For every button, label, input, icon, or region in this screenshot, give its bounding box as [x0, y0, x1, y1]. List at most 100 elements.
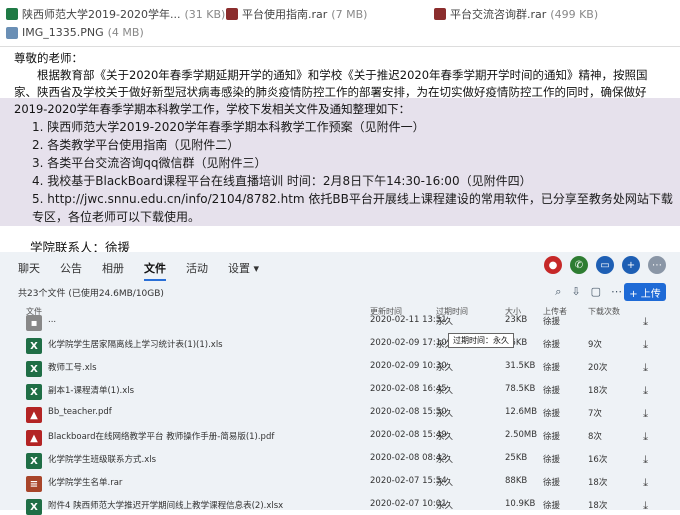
file-downloads: 16次: [588, 455, 608, 465]
file-uploader: 徐援: [543, 317, 561, 327]
divider: [0, 46, 680, 47]
file-name: 附件4 陕西师范大学推迟开学期间线上教学课程信息表(2).xlsx: [48, 501, 284, 511]
file-row[interactable]: X 教师工号.xls 2020-02-09 10:30 永久 31.5KB 徐援 20次 ⤓: [0, 354, 680, 377]
phone-icon[interactable]: ✆: [570, 256, 588, 274]
file-size: 10.9KB: [505, 499, 536, 509]
file-name: 教师工号.xls: [48, 363, 97, 373]
intro-paragraph: 根据教育部《关于2020年春季学期延期开学的通知》和学校《关于推迟2020年春季…: [14, 68, 648, 116]
attachment-name: 平台使用指南.rar: [242, 8, 328, 21]
excel-icon: X: [26, 338, 42, 354]
attachment-item[interactable]: 陕西师范大学2019-2020学年... (31 KB): [6, 6, 225, 22]
file-downloads: 8次: [588, 432, 602, 442]
screen-share-icon[interactable]: ▭: [596, 256, 614, 274]
download-icon[interactable]: ⤓: [643, 407, 648, 421]
search-icon[interactable]: ⌕: [555, 285, 561, 299]
upload-button[interactable]: + 上传: [624, 283, 666, 301]
file-uploader: 徐援: [543, 340, 561, 350]
file-list: ▪... 2020-02-11 13:51 永久 23KB 徐援 ⤓ X 化学院学生居家隔离线…: [0, 308, 680, 515]
attachment-name: IMG_1335.PNG: [22, 26, 104, 39]
excel-icon: X: [26, 453, 42, 469]
file-size: 88KB: [505, 476, 528, 486]
attachment-name: 平台交流咨询群.rar: [450, 8, 547, 21]
archive-icon: [226, 8, 238, 20]
file-uploader: 徐援: [543, 409, 561, 419]
folder-icon[interactable]: ▢: [591, 285, 601, 299]
pdf-icon: ▲: [26, 430, 42, 446]
file-row[interactable]: ▲ Bb_teacher.pdf 2020-02-08 15:50 永久 12.6MB 徐…: [0, 400, 680, 423]
tab-bar: 聊天 公告 相册 文件 活动 设置 ▾: [18, 260, 259, 281]
attachment-name: 陕西师范大学2019-2020学年...: [22, 8, 181, 21]
attachment-size: (499 KB): [550, 7, 599, 21]
notice-item: 4. 我校基于BlackBoard课程平台在线直播培训 时间：2月8日下午14:…: [32, 174, 532, 188]
pdf-icon: ▲: [26, 407, 42, 423]
file-downloads: 7次: [588, 409, 602, 419]
notice-item: 1. 陕西师范大学2019-2020学年春季学期本科教学工作预案（见附件一）: [32, 120, 425, 134]
file-size: 12.6MB: [505, 407, 538, 417]
download-icon[interactable]: ⤓: [643, 315, 648, 329]
file-row[interactable]: X 化学院学生居家隔离线上学习统计表(1)(1).xls 2020-02-09 17…: [0, 331, 680, 354]
file-tool-icons: ⌕ ⇩ ▢ ⋯: [555, 285, 622, 299]
greeting: 尊敬的老师：: [14, 51, 83, 65]
file-expire: 永久: [436, 409, 454, 419]
download-icon[interactable]: ⤓: [643, 476, 648, 490]
file-size: 2.50MB: [505, 430, 538, 440]
file-expire: 永久: [436, 317, 454, 327]
file-uploader: 徐援: [543, 478, 561, 488]
file-expire: 永久: [436, 501, 454, 511]
attachment-bar: 陕西师范大学2019-2020学年... (31 KB) 平台使用指南.rar …: [0, 0, 680, 46]
file-row[interactable]: ▲ Blackboard在线网络教学平台 教师操作手册-简易版(1).pdf 202…: [0, 423, 680, 446]
file-row[interactable]: X 附件4 陕西师范大学推迟开学期间线上教学课程信息表(2).xlsx 2020-0…: [0, 492, 680, 515]
file-name: Bb_teacher.pdf: [48, 407, 112, 417]
file-downloads: 18次: [588, 478, 608, 488]
file-downloads: 18次: [588, 386, 608, 396]
excel-icon: X: [26, 499, 42, 515]
file-uploader: 徐援: [543, 455, 561, 465]
more-icon[interactable]: ⋯: [648, 256, 666, 274]
download-all-icon[interactable]: ⇩: [571, 285, 580, 299]
file-row[interactable]: ▪... 2020-02-11 13:51 永久 23KB 徐援 ⤓: [0, 308, 680, 331]
tab-announcement[interactable]: 公告: [60, 260, 82, 281]
file-downloads: 18次: [588, 501, 608, 511]
notice-item: 3. 各类平台交流咨询qq微信群（见附件三）: [32, 156, 267, 170]
file-name: 化学院学生名单.rar: [48, 478, 123, 488]
archive-icon: ≡: [26, 476, 42, 492]
expire-tooltip: 过期时间：永久: [448, 333, 514, 348]
excel-icon: X: [26, 361, 42, 377]
attachment-item[interactable]: IMG_1335.PNG (4 MB): [6, 26, 144, 39]
download-icon[interactable]: ⤓: [643, 430, 648, 444]
download-icon[interactable]: ⤓: [643, 384, 648, 398]
tab-chat[interactable]: 聊天: [18, 260, 40, 281]
tab-activity[interactable]: 活动: [186, 260, 208, 281]
archive-icon: [434, 8, 446, 20]
tab-settings[interactable]: 设置 ▾: [228, 260, 259, 281]
tab-files[interactable]: 文件: [144, 260, 166, 281]
invite-icon[interactable]: +: [622, 256, 640, 274]
tab-album[interactable]: 相册: [102, 260, 124, 281]
notice-item: 2. 各类教学平台使用指南（见附件二）: [32, 138, 240, 152]
attachment-item[interactable]: 平台使用指南.rar (7 MB): [226, 6, 367, 22]
file-expire: 永久: [436, 432, 454, 442]
file-size: 25KB: [505, 453, 528, 463]
file-size: 78.5KB: [505, 384, 536, 394]
attachment-item[interactable]: 平台交流咨询群.rar (499 KB): [434, 6, 598, 22]
file-row[interactable]: ≡ 化学院学生名单.rar 2020-02-07 15:54 永久 88KB 徐援 18次 ⤓: [0, 469, 680, 492]
download-icon[interactable]: ⤓: [643, 361, 648, 375]
file-name: 副本1-课程清单(1).xls: [48, 386, 135, 396]
more-icon[interactable]: ⋯: [611, 285, 622, 299]
file-name: 化学院学生班级联系方式.xls: [48, 455, 157, 465]
download-icon[interactable]: ⤓: [643, 338, 648, 352]
download-icon[interactable]: ⤓: [643, 453, 648, 467]
file-uploader: 徐援: [543, 501, 561, 511]
download-icon[interactable]: ⤓: [643, 499, 648, 513]
file-expire: 永久: [436, 386, 454, 396]
file-expire: 永久: [436, 363, 454, 373]
live-icon[interactable]: ●: [544, 256, 562, 274]
file-downloads: 20次: [588, 363, 608, 373]
file-row[interactable]: X 化学院学生班级联系方式.xls 2020-02-08 08:43 永久 25KB 徐援…: [0, 446, 680, 469]
notice-item-link[interactable]: 5. http://jwc.snnu.edu.cn/info/2104/8782…: [32, 190, 674, 226]
notice-list: 1. 陕西师范大学2019-2020学年春季学期本科教学工作预案（见附件一） 2…: [14, 118, 674, 226]
excel-icon: X: [26, 384, 42, 400]
file-summary: 共23个文件 (已使用24.6MB/10GB): [18, 289, 164, 299]
file-size: 23KB: [505, 315, 528, 325]
file-row[interactable]: X 副本1-课程清单(1).xls 2020-02-08 16:45 永久 78.5KB…: [0, 377, 680, 400]
